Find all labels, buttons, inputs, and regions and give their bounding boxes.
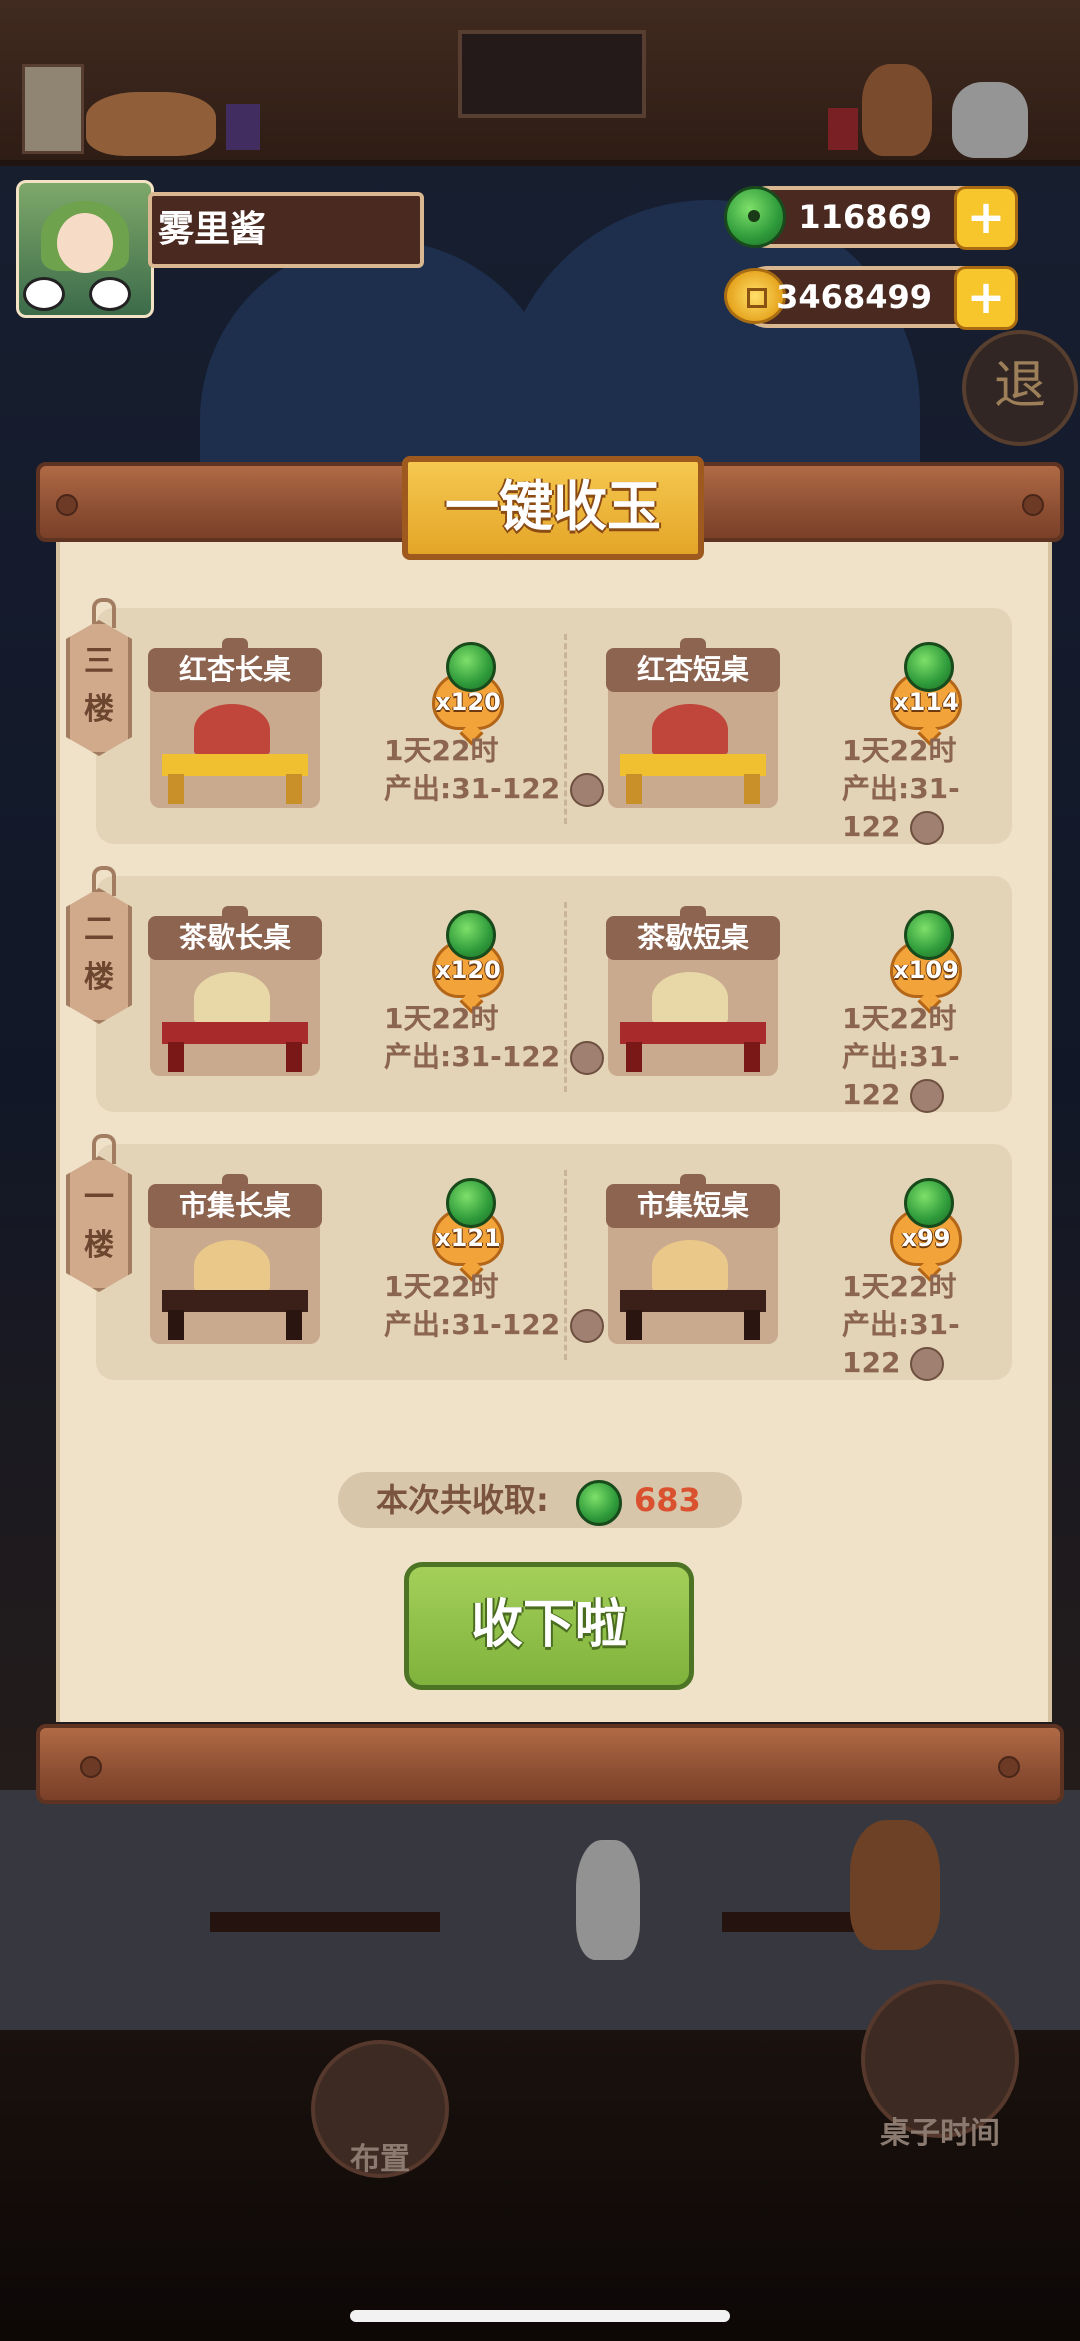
table-decor-item: [652, 1240, 728, 1292]
collect-summary: 本次共收取: 683: [338, 1472, 742, 1528]
jade-count-badge: x121: [432, 1178, 504, 1270]
table-card: 市集短桌: [606, 1174, 780, 1344]
table-name: 茶歇长桌: [148, 906, 322, 960]
table-time: 1天22时: [384, 1002, 499, 1035]
panda-icon: [23, 277, 65, 311]
coin-icon: [910, 1079, 945, 1113]
table-decor-item: [652, 972, 728, 1024]
jade-count: x121: [435, 1224, 501, 1252]
coin-value: 3468499: [776, 278, 932, 316]
table-decor-item: [194, 704, 270, 756]
jade-count-badge: x120: [432, 910, 504, 1002]
floor-row: 三楼 红杏长桌 x120 1天22时 产出:31-122 红杏短桌 x114 1天22时 产出:…: [66, 598, 1012, 846]
collect-button[interactable]: 收下啦: [404, 1562, 694, 1690]
table-decor-item: [194, 972, 270, 1024]
jade-icon: [446, 910, 496, 960]
player-avatar[interactable]: [16, 180, 154, 318]
floor-tag: 三楼: [66, 598, 132, 756]
player-name: 雾里酱: [148, 192, 424, 268]
layout-button[interactable]: 布置: [300, 2040, 460, 2178]
jade-count: x120: [435, 956, 501, 984]
jade-icon: [904, 1178, 954, 1228]
floor-tag: 二楼: [66, 866, 132, 1024]
table-top: [620, 754, 766, 776]
coin-icon: [910, 1347, 945, 1381]
table-card: 红杏短桌: [606, 638, 780, 808]
floor-row: 二楼 茶歇长桌 x120 1天22时 产出:31-122 茶歇短桌 x109 1天22时 产出:…: [66, 866, 1012, 1114]
summary-label: 本次共收取:: [376, 1481, 549, 1519]
table-time: 1天22时: [384, 1270, 499, 1303]
jade-value: 116869: [798, 198, 932, 236]
add-coin-button[interactable]: +: [954, 266, 1018, 330]
jade-count-badge: x114: [890, 642, 962, 734]
jade-icon: [904, 642, 954, 692]
table-top: [162, 754, 308, 776]
add-jade-button[interactable]: +: [954, 186, 1018, 250]
jade-icon: [576, 1480, 622, 1526]
table-output: 产出:31-122: [384, 1038, 605, 1076]
table-output: 产出:31-122: [384, 770, 605, 808]
table-time: 1天22时: [384, 734, 499, 767]
jade-icon: [904, 910, 954, 960]
floor-label: 三楼: [84, 644, 114, 727]
jade-count-badge: x120: [432, 642, 504, 734]
home-indicator[interactable]: [350, 2310, 730, 2322]
floor-label: 二楼: [84, 912, 114, 995]
coin-counter: 3468499 +: [724, 266, 1018, 330]
jade-icon: [446, 642, 496, 692]
table-output: 产出:31-122: [842, 1306, 1012, 1382]
jade-icon: [724, 186, 786, 248]
jade-count: x109: [893, 956, 959, 984]
floor-label: 一楼: [84, 1180, 114, 1263]
table-top: [162, 1290, 308, 1312]
table-time-button[interactable]: 桌子时间: [830, 1980, 1050, 2152]
table-name: 市集短桌: [606, 1174, 780, 1228]
table-time-label: 桌子时间: [880, 2116, 1000, 2151]
table-card: 市集长桌: [148, 1174, 322, 1344]
table-time: 1天22时: [842, 734, 957, 767]
coin-icon: [570, 773, 605, 807]
exit-button[interactable]: 退: [962, 330, 1078, 446]
jade-count-badge: x99: [890, 1178, 962, 1270]
scroll-bottom-rod: [36, 1724, 1064, 1804]
dialog-title: 一键收玉: [402, 456, 704, 560]
table-output: 产出:31-122: [842, 770, 1012, 846]
jade-counter: 116869 +: [724, 186, 1018, 250]
table-card: 茶歇长桌: [148, 906, 322, 1076]
jade-count: x120: [435, 688, 501, 716]
coin-icon: [570, 1309, 605, 1343]
floor-tag: 一楼: [66, 1134, 132, 1292]
table-name: 茶歇短桌: [606, 906, 780, 960]
coin-icon: [910, 811, 945, 845]
panda-icon: [89, 277, 131, 311]
output-text: 产出:31-122: [384, 1040, 561, 1073]
table-output: 产出:31-122: [842, 1038, 1012, 1114]
table-time: 1天22时: [842, 1002, 957, 1035]
table-name: 红杏短桌: [606, 638, 780, 692]
table-card: 红杏长桌: [148, 638, 322, 808]
jade-count-badge: x109: [890, 910, 962, 1002]
table-decor-item: [194, 1240, 270, 1292]
table-top: [162, 1022, 308, 1044]
layout-label: 布置: [350, 2142, 410, 2177]
jade-count: x99: [901, 1224, 951, 1252]
table-time: 1天22时: [842, 1270, 957, 1303]
coin-icon: [570, 1041, 605, 1075]
table-name: 红杏长桌: [148, 638, 322, 692]
table-name: 市集长桌: [148, 1174, 322, 1228]
table-card: 茶歇短桌: [606, 906, 780, 1076]
table-decor-item: [652, 704, 728, 756]
jade-icon: [446, 1178, 496, 1228]
table-top: [620, 1022, 766, 1044]
table-top: [620, 1290, 766, 1312]
table-output: 产出:31-122: [384, 1306, 605, 1344]
jade-count: x114: [893, 688, 959, 716]
output-text: 产出:31-122: [384, 772, 561, 805]
floor-row: 一楼 市集长桌 x121 1天22时 产出:31-122 市集短桌 x99 1天22时 产出:3…: [66, 1134, 1012, 1382]
output-text: 产出:31-122: [384, 1308, 561, 1341]
summary-value: 683: [634, 1481, 701, 1519]
